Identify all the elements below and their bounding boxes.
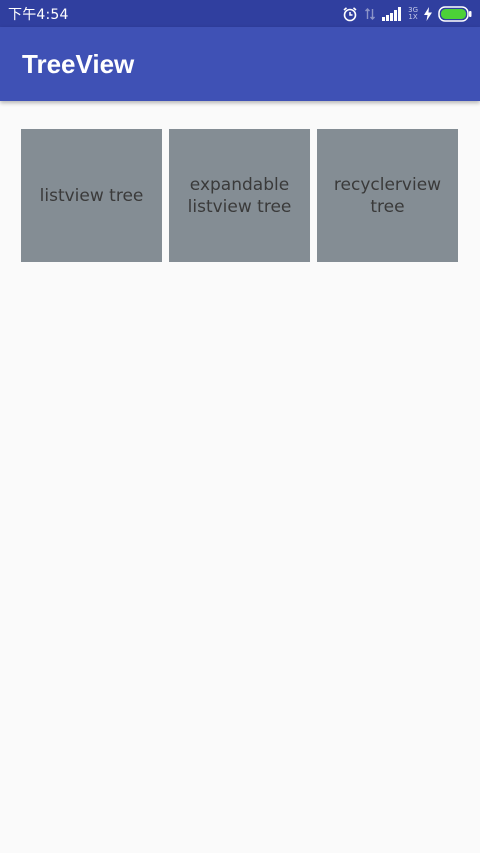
tile-label: expandable listview tree [187, 174, 292, 217]
tile-label: recyclerview tree [333, 174, 442, 217]
main-content: listview tree expandable listview tree r… [0, 101, 480, 853]
charging-icon [424, 6, 432, 21]
app-title: TreeView [22, 48, 135, 79]
tile-label: listview tree [39, 185, 144, 206]
network-type-icon: 3G 1X [408, 5, 418, 21]
alarm-icon [342, 6, 358, 22]
battery-icon [438, 5, 472, 22]
tile-row: listview tree expandable listview tree r… [21, 129, 458, 262]
expandable-listview-tree-button[interactable]: expandable listview tree [169, 129, 310, 262]
status-bar: 下午4:54 3G 1X [0, 0, 480, 27]
listview-tree-button[interactable]: listview tree [21, 129, 162, 262]
app-bar: TreeView [0, 27, 480, 101]
data-transfer-icon [364, 6, 376, 22]
status-time: 下午4:54 [8, 6, 69, 23]
recyclerview-tree-button[interactable]: recyclerview tree [317, 129, 458, 262]
signal-icon [382, 6, 402, 21]
status-icons: 3G 1X [342, 0, 472, 27]
